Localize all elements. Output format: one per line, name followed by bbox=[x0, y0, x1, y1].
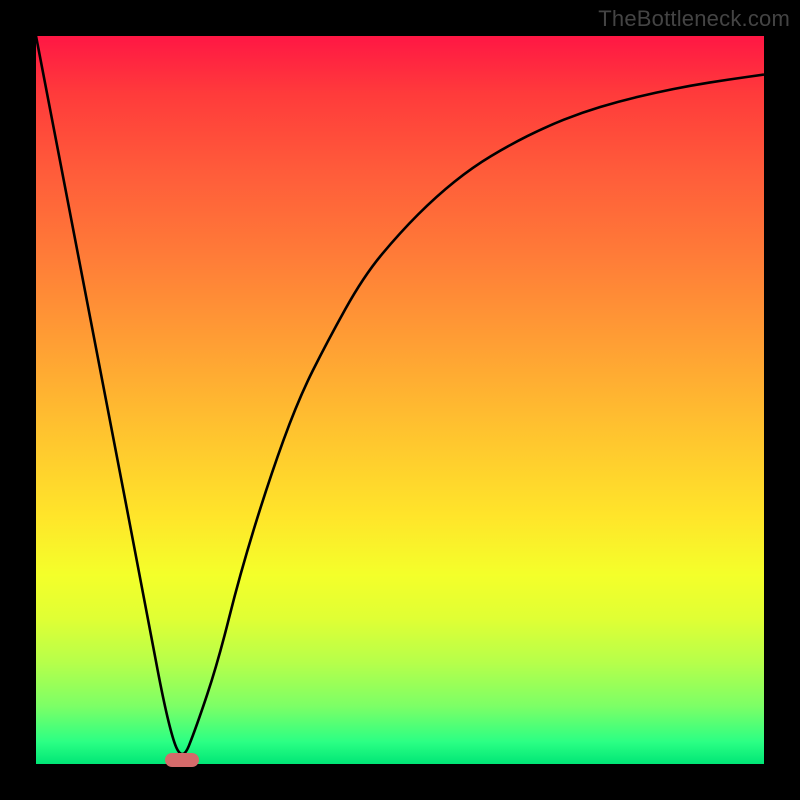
chart-frame: TheBottleneck.com bbox=[0, 0, 800, 800]
bottleneck-curve bbox=[36, 36, 764, 754]
curve-layer bbox=[36, 36, 764, 764]
watermark-text: TheBottleneck.com bbox=[598, 6, 790, 32]
minimum-marker bbox=[165, 753, 199, 767]
plot-area bbox=[36, 36, 764, 764]
